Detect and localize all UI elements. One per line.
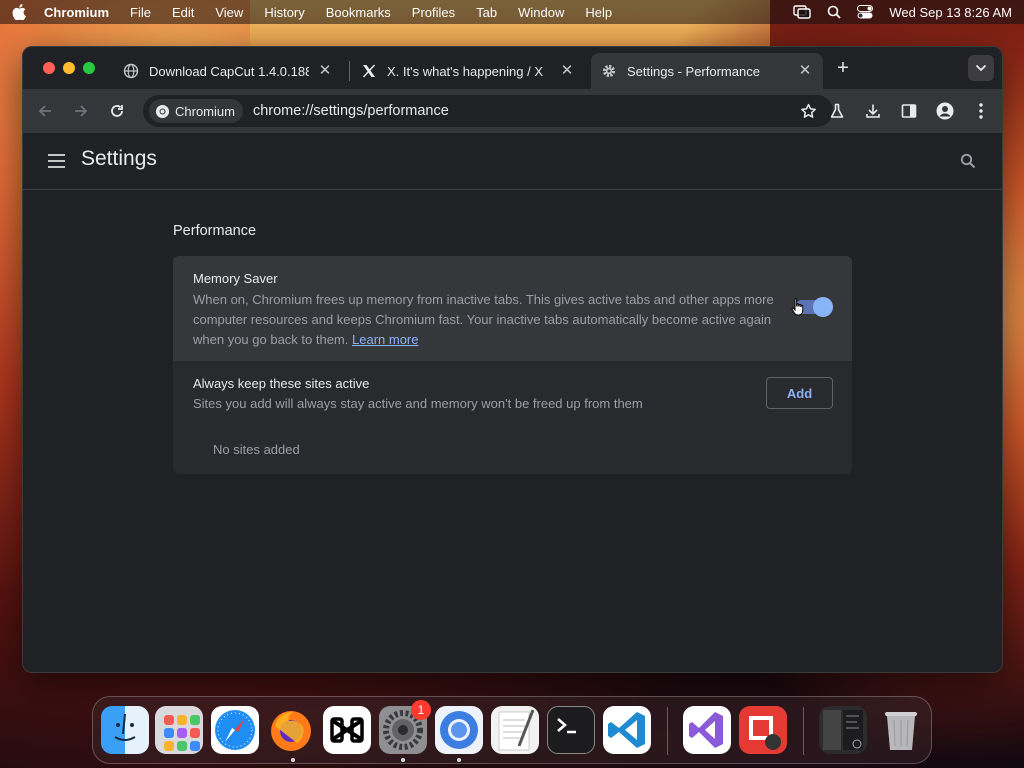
menu-file[interactable]: File — [130, 5, 151, 20]
safari-icon[interactable] — [211, 706, 259, 754]
reload-icon — [111, 105, 123, 117]
learn-more-link[interactable]: Learn more — [352, 332, 418, 347]
back-button[interactable] — [35, 101, 55, 121]
memory-saver-description-text: When on, Chromium frees up memory from i… — [193, 292, 774, 347]
hamburger-menu-icon[interactable] — [47, 152, 67, 170]
search-icon[interactable] — [960, 153, 976, 169]
more-menu-button[interactable] — [971, 101, 991, 121]
photo-booth-icon[interactable] — [739, 706, 787, 754]
spotlight-search-icon[interactable] — [827, 5, 842, 19]
tab-strip: Download CapCut 1.4.0.188 ✕ X. It's what… — [23, 47, 1002, 89]
forward-button[interactable] — [71, 101, 91, 121]
running-indicator — [457, 758, 461, 762]
running-indicator — [401, 758, 405, 762]
zoom-window-button[interactable] — [83, 62, 95, 74]
profile-button[interactable] — [935, 101, 955, 121]
hand-pointer-cursor-icon — [791, 298, 804, 316]
dock — [92, 696, 932, 764]
flask-icon — [830, 103, 844, 118]
keep-active-description: Sites you add will always stay active an… — [193, 396, 643, 411]
memory-saver-row[interactable]: Memory Saver When on, Chromium frees up … — [173, 256, 852, 361]
textedit-icon[interactable] — [491, 706, 539, 754]
profile-avatar-icon — [936, 102, 954, 120]
gear-icon — [602, 64, 616, 78]
more-vert-icon — [979, 103, 983, 119]
side-panel-button[interactable] — [899, 101, 919, 121]
tab-settings-performance[interactable]: Settings - Performance ✕ — [591, 53, 823, 89]
menu-app-name[interactable]: Chromium — [44, 5, 109, 20]
performance-card: Memory Saver When on, Chromium frees up … — [173, 256, 852, 474]
screen-mirroring-icon[interactable] — [793, 5, 812, 19]
memory-saver-description: When on, Chromium frees up memory from i… — [193, 290, 783, 350]
browser-toolbar: Chromium chrome://settings/performance — [23, 89, 1002, 133]
downloads-button[interactable] — [863, 101, 883, 121]
empty-list-text: No sites added — [213, 442, 300, 457]
launchpad-grid — [155, 706, 203, 754]
url-text[interactable]: chrome://settings/performance — [253, 103, 449, 119]
tab-x[interactable]: X. It's what's happening / X ✕ — [351, 53, 585, 89]
trash-icon[interactable] — [877, 706, 925, 754]
add-site-button[interactable]: Add — [766, 377, 833, 409]
notification-badge: 1 — [411, 700, 431, 720]
apple-logo-icon[interactable] — [12, 4, 26, 20]
chromium-logo-icon — [155, 104, 170, 118]
forward-arrow-icon — [75, 105, 88, 117]
menu-bar: Chromium File Edit View History Bookmark… — [0, 0, 1024, 24]
close-tab-icon[interactable]: ✕ — [317, 63, 333, 79]
new-tab-button[interactable]: + — [833, 58, 853, 79]
running-indicator — [291, 758, 295, 762]
page-title: Settings — [81, 147, 157, 170]
firefox-icon[interactable] — [267, 706, 315, 754]
menu-bookmarks[interactable]: Bookmarks — [326, 5, 391, 20]
close-tab-icon[interactable]: ✕ — [559, 63, 575, 79]
chromium-icon[interactable] — [435, 706, 483, 754]
chevron-down-icon — [975, 64, 987, 72]
tab-title: Download CapCut 1.4.0.188 — [149, 63, 309, 79]
dock-separator — [667, 707, 668, 755]
menu-profiles[interactable]: Profiles — [412, 5, 455, 20]
menu-window[interactable]: Window — [518, 5, 564, 20]
menu-help[interactable]: Help — [585, 5, 612, 20]
download-icon — [866, 104, 880, 118]
tab-capcut[interactable]: Download CapCut 1.4.0.188 ✕ — [113, 53, 343, 89]
settings-header: Settings — [23, 133, 1002, 190]
clock[interactable]: Wed Sep 13 8:26 AM — [889, 5, 1012, 20]
address-bar[interactable]: Chromium chrome://settings/performance — [143, 95, 833, 127]
menu-history[interactable]: History — [264, 5, 304, 20]
close-tab-icon[interactable]: ✕ — [797, 63, 813, 79]
minimize-window-button[interactable] — [63, 62, 75, 74]
terminal-icon[interactable] — [547, 706, 595, 754]
browser-window: Download CapCut 1.4.0.188 ✕ X. It's what… — [22, 46, 1003, 673]
launchpad-icon[interactable] — [155, 706, 203, 754]
site-info-chip[interactable]: Chromium — [149, 99, 243, 123]
tab-title: X. It's what's happening / X — [387, 63, 543, 79]
keep-active-heading: Always keep these sites active — [193, 376, 370, 391]
section-title: Performance — [173, 223, 257, 239]
capcut-icon[interactable] — [323, 706, 371, 754]
x-logo-icon — [362, 64, 376, 78]
bookmark-star-icon[interactable] — [800, 103, 817, 120]
side-panel-icon — [901, 104, 917, 118]
screenshot-icon[interactable] — [819, 706, 867, 754]
menu-view[interactable]: View — [215, 5, 243, 20]
visual-studio-icon[interactable] — [683, 706, 731, 754]
tab-title: Settings - Performance — [627, 63, 760, 79]
menu-edit[interactable]: Edit — [172, 5, 194, 20]
memory-saver-heading: Memory Saver — [193, 271, 278, 286]
site-chip-label: Chromium — [175, 103, 235, 119]
dock-separator — [803, 707, 804, 755]
reload-button[interactable] — [107, 101, 127, 121]
close-window-button[interactable] — [43, 62, 55, 74]
labs-button[interactable] — [827, 101, 847, 121]
vscode-icon[interactable] — [603, 706, 651, 754]
menu-tab[interactable]: Tab — [476, 5, 497, 20]
toggle-knob — [813, 297, 833, 317]
control-center-icon[interactable] — [857, 5, 874, 19]
tab-divider — [349, 61, 350, 81]
settings-content: Performance Memory Saver When on, Chromi… — [23, 190, 1002, 672]
globe-icon — [123, 63, 139, 79]
back-arrow-icon — [38, 105, 51, 117]
tab-search-button[interactable] — [968, 55, 994, 81]
finder-icon[interactable] — [101, 706, 149, 754]
